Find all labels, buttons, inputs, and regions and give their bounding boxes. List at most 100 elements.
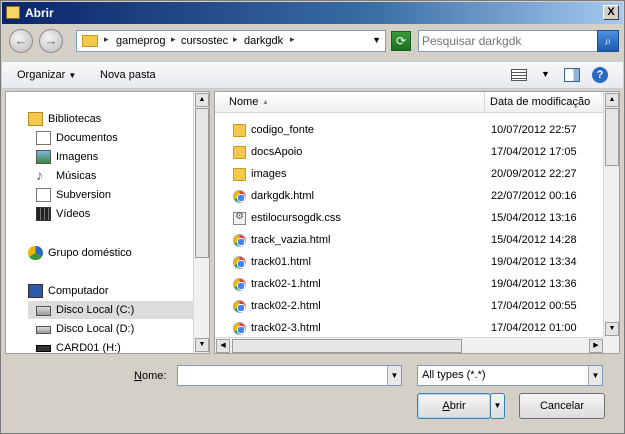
scrollbar-thumb[interactable] (195, 108, 209, 258)
sidebar-item-card01[interactable]: CARD01 (H:) (28, 339, 194, 354)
file-date: 19/04/2012 13:36 (491, 278, 577, 290)
refresh-button[interactable]: ⟳ (391, 31, 411, 51)
chevron-right-icon[interactable]: ▸ (233, 34, 238, 45)
sidebar-item-label: Vídeos (56, 208, 91, 220)
chrome-html-icon (233, 190, 246, 203)
organize-menu[interactable]: Organizar ▼ (17, 69, 76, 81)
column-header: Nome ▲ Data de modificação (215, 92, 604, 113)
subversion-icon (36, 188, 51, 202)
file-name: track_vazia.html (251, 234, 331, 246)
table-row[interactable]: darkgdk.html 22/07/2012 00:16 (215, 186, 604, 208)
column-header-name[interactable]: Nome ▲ (215, 92, 485, 113)
chevron-down-icon[interactable]: ▼ (588, 366, 602, 385)
file-date: 19/04/2012 13:34 (491, 256, 577, 268)
new-folder-button[interactable]: Nova pasta (100, 69, 156, 81)
file-name: track02-2.html (251, 300, 321, 312)
sidebar-item-bibliotecas[interactable]: Bibliotecas (20, 110, 186, 128)
file-list-vertical-scrollbar[interactable]: ▲ ▼ (603, 92, 619, 337)
homegroup-icon (28, 246, 43, 260)
sidebar-item-disco-d[interactable]: Disco Local (D:) (28, 320, 194, 338)
sidebar-item-grupo-domestico[interactable]: Grupo doméstico (20, 244, 186, 262)
sidebar-item-label: Grupo doméstico (48, 247, 132, 259)
table-row[interactable]: track_vazia.html 15/04/2012 14:28 (215, 230, 604, 252)
scrollbar-thumb[interactable] (605, 108, 619, 166)
forward-button[interactable]: → (39, 29, 63, 53)
chevron-right-icon[interactable]: ▸ (290, 34, 295, 45)
column-header-date[interactable]: Data de modificação (485, 92, 605, 113)
search-button[interactable]: ⌕ (597, 30, 619, 52)
chevron-down-icon: ▼ (493, 401, 502, 410)
search-box[interactable]: ⌕ (418, 30, 619, 52)
preview-pane-icon[interactable] (564, 68, 580, 82)
help-icon[interactable]: ? (592, 67, 608, 83)
file-date: 22/07/2012 00:16 (491, 190, 577, 202)
table-row[interactable]: track01.html 19/04/2012 13:34 (215, 252, 604, 274)
videos-icon (36, 207, 51, 221)
table-row[interactable]: track02-1.html 19/04/2012 13:36 (215, 274, 604, 296)
navigation-pane: Bibliotecas Documentos Imagens ♪ Músicas… (5, 91, 210, 354)
file-date: 20/09/2012 22:27 (491, 168, 577, 180)
chevron-down-icon[interactable]: ▼ (541, 69, 550, 79)
scrollbar-corner (603, 337, 619, 353)
file-name: estilocursogdk.css (251, 212, 341, 224)
scroll-down-icon[interactable]: ▼ (195, 338, 209, 352)
table-row[interactable]: track02-2.html 17/04/2012 00:55 (215, 296, 604, 318)
sidebar-item-imagens[interactable]: Imagens (28, 148, 194, 166)
navigation-bar: ← → ▸ gameprog ▸ cursostec ▸ darkgdk ▸ ▼… (2, 25, 623, 59)
scroll-up-icon[interactable]: ▲ (195, 93, 209, 107)
sidebar-item-label: Subversion (56, 189, 112, 201)
sidebar-item-documentos[interactable]: Documentos (28, 129, 194, 147)
sidebar-item-disco-c[interactable]: Disco Local (C:) (28, 301, 194, 319)
sidebar-item-label: Computador (48, 285, 109, 297)
folder-icon (82, 35, 98, 47)
sidebar-item-musicas[interactable]: ♪ Músicas (28, 167, 194, 185)
search-input[interactable] (422, 33, 598, 49)
chevron-down-icon[interactable]: ▼ (372, 35, 381, 45)
scroll-left-icon[interactable]: ◀ (216, 339, 230, 353)
sidebar-item-label: Disco Local (D:) (56, 323, 135, 335)
folder-icon (233, 124, 246, 137)
back-button[interactable]: ← (9, 29, 33, 53)
file-date: 17/04/2012 17:05 (491, 146, 577, 158)
file-name: codigo_fonte (251, 124, 314, 136)
sidebar-item-videos[interactable]: Vídeos (28, 205, 194, 223)
file-date: 17/04/2012 00:55 (491, 300, 577, 312)
drive-icon (36, 326, 51, 334)
command-bar: Organizar ▼ Nova pasta ▼ ? (2, 61, 623, 89)
chevron-right-icon[interactable]: ▸ (104, 34, 109, 45)
view-options-icon[interactable] (511, 69, 527, 81)
chrome-html-icon (233, 234, 246, 247)
sidebar-item-label: CARD01 (H:) (56, 342, 121, 354)
table-row[interactable]: estilocursogdk.css 15/04/2012 13:16 (215, 208, 604, 230)
file-list-horizontal-scrollbar[interactable]: ◀ ▶ (215, 337, 604, 353)
sidebar-item-label: Documentos (56, 132, 118, 144)
chevron-right-icon[interactable]: ▸ (171, 34, 176, 45)
address-bar[interactable]: ▸ gameprog ▸ cursostec ▸ darkgdk ▸ ▼ (76, 30, 386, 52)
scroll-right-icon[interactable]: ▶ (589, 339, 603, 353)
sidebar-item-computador[interactable]: Computador (20, 282, 186, 300)
open-button[interactable]: Abrir (417, 393, 491, 419)
drive-icon (36, 306, 51, 316)
sidebar-item-subversion[interactable]: Subversion (28, 186, 194, 204)
scroll-up-icon[interactable]: ▲ (605, 93, 619, 107)
cancel-button[interactable]: Cancelar (519, 393, 605, 419)
breadcrumb-cursostec[interactable]: cursostec (181, 35, 228, 47)
breadcrumb-darkgdk[interactable]: darkgdk (244, 35, 283, 47)
title-bar[interactable]: Abrir X (2, 2, 623, 24)
open-file-dialog: Abrir X ← → ▸ gameprog ▸ cursostec ▸ dar… (0, 0, 625, 434)
file-name: images (251, 168, 287, 180)
table-row[interactable]: docsApoio 17/04/2012 17:05 (215, 142, 604, 164)
sidebar-scrollbar[interactable]: ▲ ▼ (193, 92, 209, 353)
filename-field[interactable]: ▼ (177, 365, 402, 386)
chevron-down-icon[interactable]: ▼ (387, 366, 401, 385)
scrollbar-thumb[interactable] (232, 339, 462, 353)
pictures-icon (36, 150, 51, 164)
open-options-dropdown[interactable]: ▼ (490, 393, 505, 419)
close-button[interactable]: X (603, 5, 619, 20)
scroll-down-icon[interactable]: ▼ (605, 322, 619, 336)
breadcrumb-gameprog[interactable]: gameprog (116, 35, 166, 47)
open-button-accel: A (442, 400, 450, 412)
file-type-select[interactable]: All types (*.*) ▼ (417, 365, 603, 386)
table-row[interactable]: images 20/09/2012 22:27 (215, 164, 604, 186)
table-row[interactable]: codigo_fonte 10/07/2012 22:57 (215, 120, 604, 142)
